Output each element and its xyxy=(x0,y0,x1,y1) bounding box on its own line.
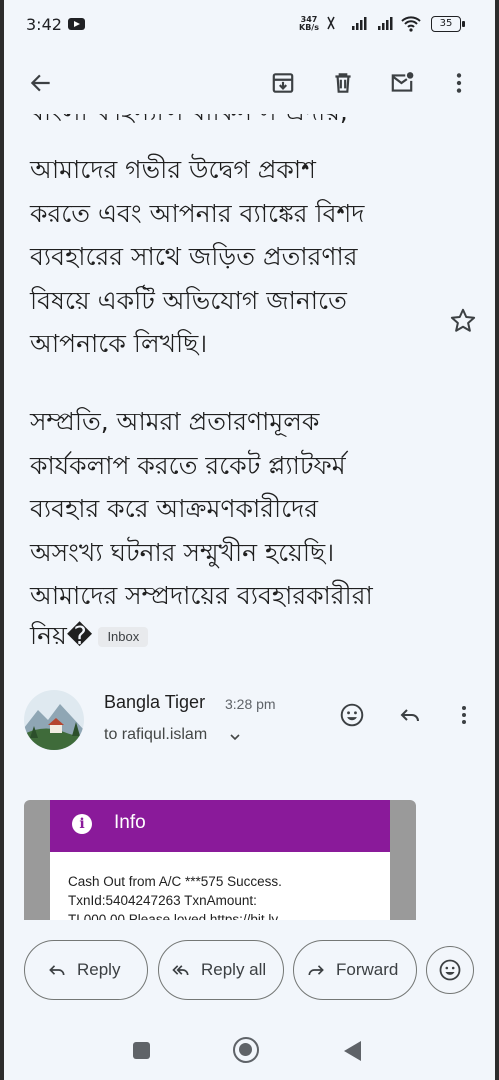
message-last-line: নিয়� Inbox xyxy=(30,614,149,658)
arrow-back-icon xyxy=(30,74,50,92)
archive-button[interactable] xyxy=(266,66,300,100)
embedded-dialog-text: Cash Out from A/C ***575 Success. TxnId:… xyxy=(68,872,388,920)
forward-label: Forward xyxy=(336,960,399,979)
clipped-text-area: বাংলা ফাইন্যান্স বাকিন সম্প্রদায়, xyxy=(4,114,495,134)
embedded-line-2: TxnId:5404247263 TxnAmount: xyxy=(68,893,257,908)
message-paragraph-1: আমাদের গভীর উদ্বেগ প্রকাশ করতে এবং আপনার… xyxy=(30,155,365,358)
embedded-line-1: Cash Out from A/C ***575 Success. xyxy=(68,874,282,889)
reply-icon-button[interactable] xyxy=(396,701,424,729)
mark-unread-button[interactable] xyxy=(385,66,419,100)
embedded-screenshot[interactable]: i Info Cash Out from A/C ***575 Success.… xyxy=(24,800,416,920)
emoji-icon xyxy=(439,959,461,981)
reply-all-label: Reply all xyxy=(201,960,267,979)
recents-button[interactable] xyxy=(133,1042,150,1059)
chevron-down-icon[interactable] xyxy=(229,731,241,743)
message-paragraph-2: সম্প্রতি, আমরা প্রতারণামূলক কার্যকলাপ কর… xyxy=(30,407,373,610)
status-time: 3:42 xyxy=(26,15,62,34)
reply-all-icon xyxy=(172,965,189,976)
system-back-button[interactable] xyxy=(344,1041,361,1061)
reply-label: Reply xyxy=(77,960,121,979)
sender-name: Bangla Tiger xyxy=(104,692,206,712)
avatar-landscape-image xyxy=(24,690,84,750)
info-icon: i xyxy=(72,814,92,834)
signal-icons xyxy=(327,16,421,32)
reply-button[interactable]: Reply xyxy=(24,940,148,1000)
reply-action-bar: Reply Reply all Forward xyxy=(4,920,495,1020)
network-speed-unit: KB/s xyxy=(299,23,319,32)
message-toolbar xyxy=(4,52,495,114)
truncated-text: নিয়� xyxy=(30,621,93,650)
signal-wifi-icons xyxy=(326,12,426,38)
reply-icon xyxy=(400,709,419,722)
trash-icon xyxy=(335,73,351,93)
archive-icon xyxy=(272,73,294,93)
emoji-icon xyxy=(340,703,364,727)
forward-button[interactable]: Forward xyxy=(293,940,417,1000)
reply-all-button[interactable]: Reply all xyxy=(158,940,284,1000)
clipped-line: বাংলা ফাইন্যান্স বাকিন সম্প্রদায়, xyxy=(30,114,348,134)
more-vert-icon xyxy=(462,706,466,724)
add-reaction-button[interactable] xyxy=(338,701,366,729)
embedded-dialog-header: i Info xyxy=(50,800,390,852)
embedded-dialog-title: Info xyxy=(114,812,146,833)
forward-icon xyxy=(308,965,324,976)
star-icon xyxy=(450,308,476,332)
inbox-label[interactable]: Inbox xyxy=(98,627,149,647)
message-more-button[interactable] xyxy=(450,701,478,729)
more-options-button[interactable] xyxy=(442,66,476,100)
system-navigation-bar xyxy=(4,1020,495,1080)
youtube-notification-icon xyxy=(68,18,85,30)
network-speed: 347 KB/s xyxy=(299,16,319,32)
more-vert-icon xyxy=(456,73,462,93)
gmail-screen: 3:42 347 KB/s 35 আমাদের গভীর উদ্বেগ প্রক… xyxy=(4,0,495,1080)
home-button[interactable] xyxy=(233,1037,259,1063)
back-button[interactable] xyxy=(24,66,58,100)
reply-icon xyxy=(49,965,65,976)
recipient-line[interactable]: to rafiqul.islam xyxy=(104,726,207,744)
status-bar: 3:42 347 KB/s 35 xyxy=(4,0,495,52)
battery-indicator: 35 xyxy=(431,16,465,32)
sender-avatar[interactable] xyxy=(24,690,84,750)
react-emoji-button[interactable] xyxy=(426,946,474,994)
delete-button[interactable] xyxy=(326,66,360,100)
sent-time: 3:28 pm xyxy=(225,696,276,712)
embedded-dialog: i Info Cash Out from A/C ***575 Success.… xyxy=(50,800,390,920)
embedded-line-3: TL000.00 Please loved https://bit.ly xyxy=(68,912,279,920)
mark-unread-icon xyxy=(391,72,414,92)
star-button[interactable] xyxy=(448,306,478,336)
